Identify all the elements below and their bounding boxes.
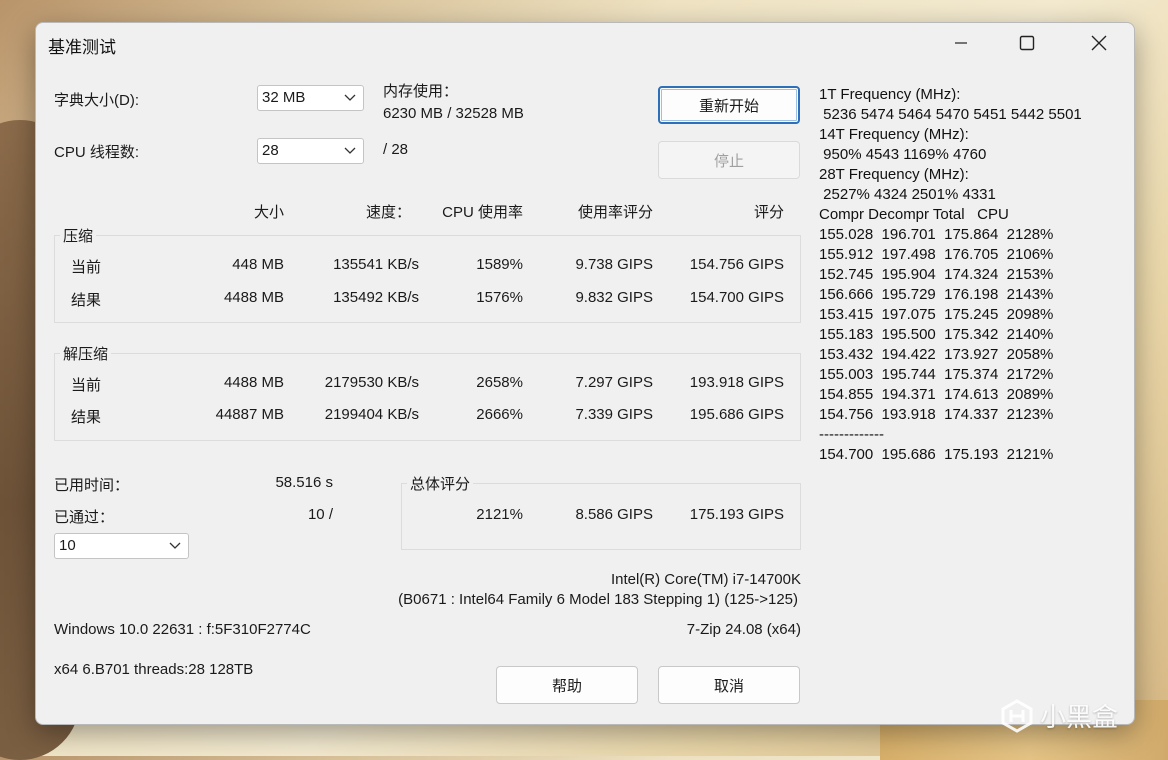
log-line: 154.756 193.918 174.337 2123%: [819, 406, 1054, 423]
benchmark-log: 1T Frequency (MHz): 5236 5474 5464 5470 …: [819, 85, 1082, 465]
window-title: 基准测试: [48, 38, 116, 57]
chevron-down-icon: [169, 542, 181, 549]
dict-size-label: 字典大小(D):: [54, 92, 139, 109]
log-line: 154.700 195.686 175.193 2121%: [819, 446, 1054, 463]
version-info: 7-Zip 24.08 (x64): [686, 621, 801, 638]
close-button[interactable]: [1076, 23, 1122, 63]
compress-result-size: 4488 MB: [223, 289, 284, 306]
heybox-logo-icon: [1001, 698, 1033, 733]
passes-select[interactable]: 10: [54, 533, 189, 559]
log-line: Compr Decompr Total CPU: [819, 206, 1009, 223]
memory-value: 6230 MB / 32528 MB: [383, 105, 524, 122]
log-line: 152.745 195.904 174.324 2153%: [819, 266, 1054, 283]
elapsed-label: 已用时间：: [54, 477, 130, 494]
close-icon: [1091, 35, 1107, 51]
compress-current-cpu: 1589%: [476, 256, 523, 273]
log-line: 155.183 195.500 175.342 2140%: [819, 326, 1054, 343]
watermark: 小黑盒: [1000, 697, 1118, 734]
total-cpu: 2121%: [476, 506, 523, 523]
decompress-current-label: 当前: [71, 377, 102, 394]
total-title: 总体评分: [407, 473, 474, 494]
header-size: 大小: [253, 204, 284, 221]
decompress-title: 解压缩: [60, 343, 112, 364]
compress-current-label: 当前: [71, 259, 102, 276]
compress-current-speed: 135541 KB/s: [333, 256, 419, 273]
decompress-current-rating-usage: 7.297 GIPS: [575, 374, 653, 391]
log-line: 5236 5474 5464 5470 5451 5442 5501: [819, 106, 1082, 123]
elapsed-value: 58.516 s: [275, 474, 333, 491]
compress-result-speed: 135492 KB/s: [333, 289, 419, 306]
passes-select-value: 10: [59, 537, 76, 554]
stop-button[interactable]: 停止: [658, 141, 800, 179]
log-line: 155.003 195.744 175.374 2172%: [819, 366, 1054, 383]
log-line: 153.432 194.422 173.927 2058%: [819, 346, 1054, 363]
chevron-down-icon: [344, 94, 356, 101]
system-line: x64 6.B701 threads:28 128TB: [54, 661, 254, 678]
decompress-result-cpu: 2666%: [476, 406, 523, 423]
help-button[interactable]: 帮助: [496, 666, 638, 704]
decompress-result-rating-usage: 7.339 GIPS: [575, 406, 653, 423]
total-rating: 175.193 GIPS: [689, 506, 784, 523]
header-cpu-usage: CPU 使用率: [442, 204, 523, 221]
compress-result-rating: 154.700 GIPS: [689, 289, 784, 306]
minimize-button[interactable]: [938, 23, 984, 63]
threads-value: 28: [262, 142, 279, 159]
compress-current-size: 448 MB: [232, 256, 284, 273]
log-line: 156.666 195.729 176.198 2143%: [819, 286, 1054, 303]
decompress-current-size: 4488 MB: [223, 374, 284, 391]
decompress-current-cpu: 2658%: [476, 374, 523, 391]
benchmark-window: 基准测试 字典大小(D): 32 MB 内存使用： 6230 MB / 3252…: [35, 22, 1135, 725]
cpu-detail: (B0671 : Intel64 Family 6 Model 183 Step…: [398, 591, 798, 608]
decompress-result-size: 44887 MB: [215, 406, 284, 423]
log-line: 2527% 4324 2501% 4331: [819, 186, 996, 203]
log-line: 1T Frequency (MHz):: [819, 86, 961, 103]
header-rating: 评分: [753, 204, 784, 221]
decompress-current-rating: 193.918 GIPS: [689, 374, 784, 391]
log-line: 155.912 197.498 176.705 2106%: [819, 246, 1054, 263]
log-line: 154.855 194.371 174.613 2089%: [819, 386, 1054, 403]
threads-total: / 28: [383, 141, 409, 158]
compress-result-rating-usage: 9.832 GIPS: [575, 289, 653, 306]
memory-label: 内存使用：: [383, 83, 459, 100]
header-speed: 速度：: [365, 204, 411, 221]
decompress-group: [54, 353, 801, 441]
os-info: Windows 10.0 22631 : f:5F310F2774C: [54, 621, 311, 638]
maximize-icon: [1019, 35, 1035, 51]
total-rating-usage: 8.586 GIPS: [575, 506, 653, 523]
log-line: 28T Frequency (MHz):: [819, 166, 969, 183]
threads-label: CPU 线程数:: [54, 144, 140, 161]
chevron-down-icon: [344, 147, 356, 154]
threads-select[interactable]: 28: [257, 138, 364, 164]
compress-result-cpu: 1576%: [476, 289, 523, 306]
compress-current-rating: 154.756 GIPS: [689, 256, 784, 273]
log-line: -------------: [819, 426, 884, 443]
restart-button[interactable]: 重新开始: [658, 86, 800, 124]
decompress-current-speed: 2179530 KB/s: [324, 374, 419, 391]
minimize-icon: [955, 42, 967, 44]
compress-group: [54, 235, 801, 323]
log-line: 14T Frequency (MHz):: [819, 126, 969, 143]
log-line: 155.028 196.701 175.864 2128%: [819, 226, 1054, 243]
passes-label: 已通过：: [54, 509, 115, 526]
cpu-name: Intel(R) Core(TM) i7-14700K: [610, 571, 801, 588]
dict-size-value: 32 MB: [262, 89, 306, 106]
header-rating-usage: 使用率评分: [577, 204, 653, 221]
decompress-result-speed: 2199404 KB/s: [324, 406, 419, 423]
maximize-button[interactable]: [1004, 23, 1050, 63]
compress-current-rating-usage: 9.738 GIPS: [575, 256, 653, 273]
dict-size-select[interactable]: 32 MB: [257, 85, 364, 111]
decompress-result-rating: 195.686 GIPS: [689, 406, 784, 423]
compress-result-label: 结果: [71, 292, 102, 309]
cancel-button[interactable]: 取消: [658, 666, 800, 704]
passes-value: 10 /: [307, 506, 333, 523]
compress-title: 压缩: [60, 225, 97, 246]
decompress-result-label: 结果: [71, 409, 102, 426]
watermark-text: 小黑盒: [1040, 703, 1119, 733]
log-line: 950% 4543 1169% 4760: [819, 146, 987, 163]
log-line: 153.415 197.075 175.245 2098%: [819, 306, 1054, 323]
